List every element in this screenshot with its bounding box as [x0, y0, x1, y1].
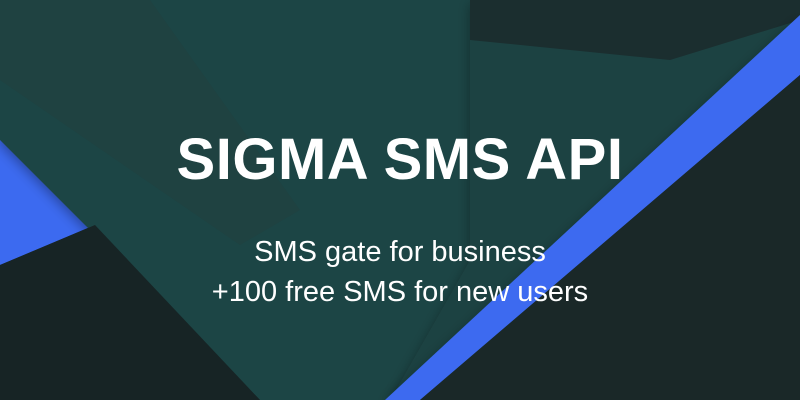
- banner-title: SIGMA SMS API: [176, 127, 624, 192]
- promo-banner: SIGMA SMS API SMS gate for business +100…: [0, 0, 800, 400]
- geometric-background: [0, 0, 800, 400]
- banner-subtitle-line-1: SMS gate for business: [254, 236, 546, 268]
- banner-subtitle-line-2: +100 free SMS for new users: [211, 276, 589, 308]
